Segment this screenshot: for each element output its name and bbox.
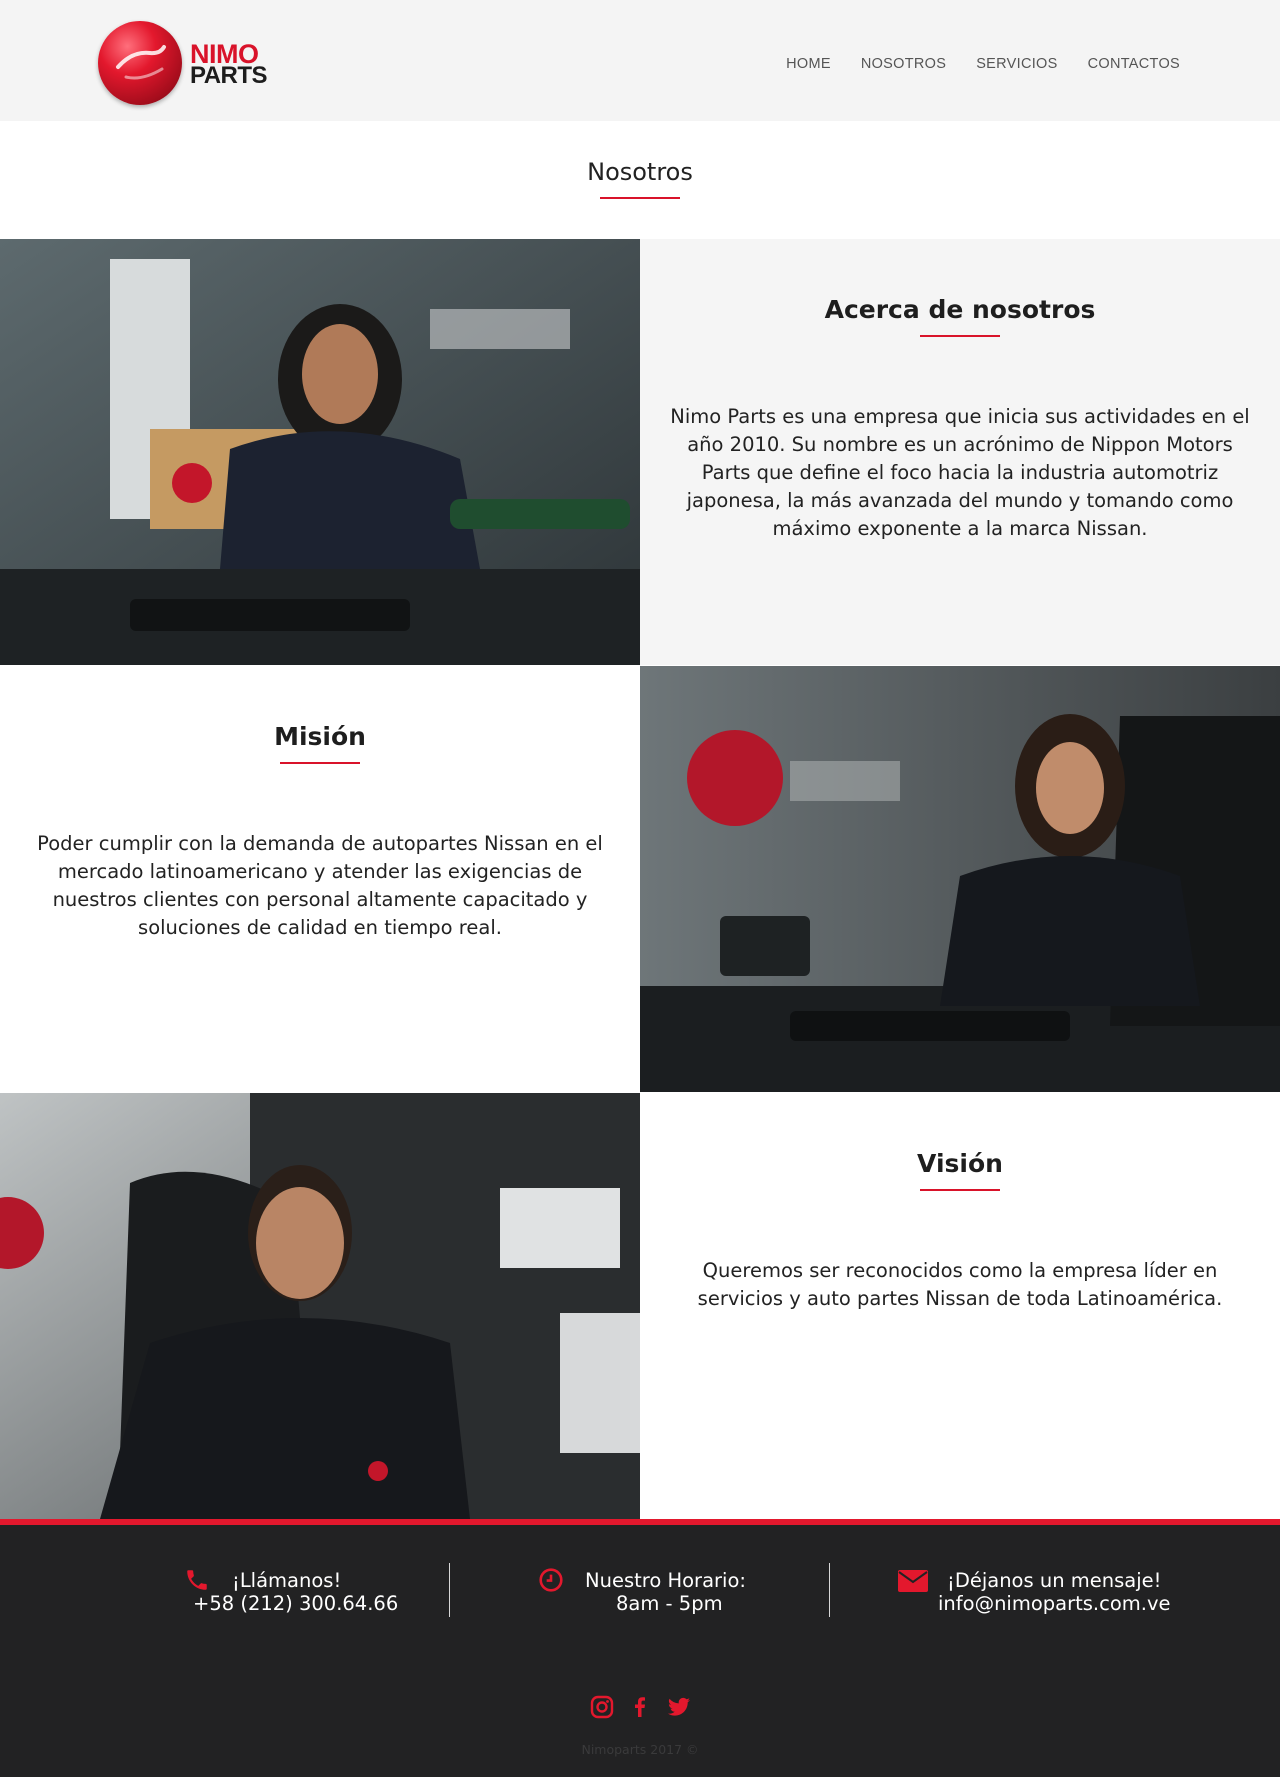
footer-divider: [449, 1563, 450, 1617]
logo-text-parts: PARTS: [190, 62, 268, 89]
title-underline: [600, 197, 680, 199]
envelope-icon: [898, 1570, 928, 1598]
twitter-icon[interactable]: [666, 1695, 690, 1719]
site-header: NIMO PARTS HOME NOSOTROS SERVICIOS CONTA…: [0, 0, 1280, 121]
call-label: ¡Llámanos!: [232, 1569, 342, 1592]
vision-heading: Visión: [917, 1149, 1003, 1178]
vision-row: Visión Queremos ser reconocidos como la …: [0, 1093, 1280, 1519]
social-links: [0, 1695, 1280, 1719]
footer-message: ¡Déjanos un mensaje! info@nimoparts.com.…: [897, 1567, 1171, 1627]
footer-call: ¡Llámanos! +58 (212) 300.64.66: [184, 1567, 398, 1627]
main-nav: HOME NOSOTROS SERVICIOS CONTACTOS: [786, 56, 1180, 72]
hours-label: Nuestro Horario:: [585, 1569, 746, 1592]
nav-nosotros[interactable]: NOSOTROS: [861, 56, 946, 72]
facebook-icon[interactable]: [628, 1695, 652, 1719]
nav-servicios[interactable]: SERVICIOS: [976, 56, 1057, 72]
call-number[interactable]: +58 (212) 300.64.66: [193, 1592, 398, 1616]
mission-heading: Misión: [274, 722, 366, 751]
footer-divider: [829, 1563, 830, 1617]
vision-body: Queremos ser reconocidos como la empresa…: [697, 1259, 1223, 1310]
about-photo: [0, 239, 640, 665]
hours-value: 8am - 5pm: [616, 1592, 723, 1615]
vision-photo: [0, 1093, 640, 1519]
site-footer: ¡Llámanos! +58 (212) 300.64.66 Nuestro H…: [0, 1525, 1280, 1777]
clock-icon: [538, 1567, 564, 1599]
mission-underline: [280, 762, 360, 764]
instagram-icon[interactable]: [590, 1695, 614, 1719]
mission-row: Misión Poder cumplir con la demanda de a…: [0, 666, 1280, 1092]
vision-underline: [920, 1189, 1000, 1191]
footer-hours: Nuestro Horario: 8am - 5pm: [538, 1567, 758, 1627]
message-label: ¡Déjanos un mensaje!: [947, 1569, 1162, 1592]
about-text-panel: Acerca de nosotros Nimo Parts es una emp…: [640, 239, 1280, 665]
nav-home[interactable]: HOME: [786, 56, 831, 72]
mission-text-panel: Misión Poder cumplir con la demanda de a…: [0, 666, 640, 1092]
brand-logo[interactable]: NIMO PARTS: [98, 21, 298, 105]
copyright: Nimoparts 2017 ©: [581, 1742, 699, 1757]
about-underline: [920, 335, 1000, 337]
email-link[interactable]: info@nimoparts.com.ve: [938, 1592, 1171, 1616]
page-title: Nosotros: [587, 158, 693, 186]
vision-text-panel: Visión Queremos ser reconocidos como la …: [640, 1093, 1280, 1519]
about-heading: Acerca de nosotros: [824, 295, 1096, 324]
mission-photo: [640, 666, 1280, 1092]
mission-body: Poder cumplir con la demanda de autopart…: [37, 832, 603, 939]
about-row: Acerca de nosotros Nimo Parts es una emp…: [0, 239, 1280, 665]
nav-contactos[interactable]: CONTACTOS: [1088, 56, 1180, 72]
logo-ball-icon: [98, 21, 182, 105]
about-body: Nimo Parts es una empresa que inicia sus…: [670, 405, 1250, 540]
